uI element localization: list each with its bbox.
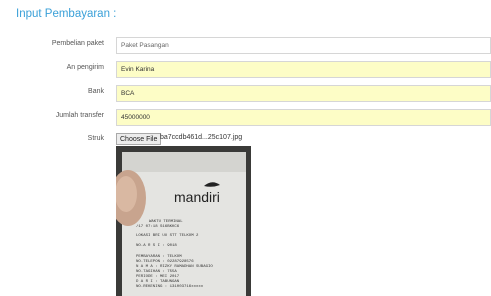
receipt-line-9: PERIODE : MEI 2017 xyxy=(136,275,180,279)
receipt-brand: mandiri xyxy=(174,189,220,205)
receipt-line-10: D A R I : TABUNGAN xyxy=(136,280,180,284)
receipt-line-4: NO.A R S I : 9018 xyxy=(136,244,177,248)
input-bank[interactable]: BCA xyxy=(116,85,491,102)
file-name-text: ba7ccdb461d...25c107.jpg xyxy=(160,134,243,141)
select-pembelian-paket[interactable]: Paket Pasangan xyxy=(116,37,491,54)
row-an-pengirim: An pengirim Evin Karina xyxy=(0,61,491,79)
receipt-line-7: N A M A : RIZKY RAMADHAN SUBAGIO xyxy=(136,265,213,269)
row-bank: Bank BCA xyxy=(0,85,491,103)
label-pembelian-paket: Pembelian paket xyxy=(51,40,104,47)
label-struk: Struk xyxy=(87,135,104,142)
receipt-line-3: LOKASI BRI UU STT TELKOM 2 xyxy=(136,234,199,238)
receipt-line-11: NO.REKENING : 131003716xxxxx xyxy=(136,285,204,289)
input-an-pengirim[interactable]: Evin Karina xyxy=(116,61,491,78)
receipt-line-6: NO.TELEPON : 02287928576 xyxy=(136,260,194,264)
receipt-line-2: /17 07:18 S16BKKC6 xyxy=(136,224,180,229)
receipt-line-8: NO.TAGIHAN : 755A xyxy=(136,270,177,274)
row-pembelian-paket: Pembelian paket Paket Pasangan xyxy=(0,37,491,55)
label-jumlah-transfer: Jumlah transfer xyxy=(55,112,104,119)
label-an-pengirim: An pengirim xyxy=(66,64,104,71)
form-heading: Input Pembayaran : xyxy=(16,8,117,20)
receipt-photo-svg: mandiri WAKTU TERMINAL /17 07:18 S16BKKC… xyxy=(116,146,251,296)
input-jumlah-transfer[interactable]: 45000000 xyxy=(116,109,491,126)
receipt-line-1: WAKTU TERMINAL xyxy=(149,220,183,224)
label-bank: Bank xyxy=(88,88,104,95)
receipt-photo: mandiri WAKTU TERMINAL /17 07:18 S16BKKC… xyxy=(116,146,251,296)
choose-file-button[interactable]: Choose File xyxy=(116,133,162,145)
receipt-line-5: PEMBAYARAN : TELKOM xyxy=(136,255,182,259)
row-jumlah-transfer: Jumlah transfer 45000000 xyxy=(0,109,491,127)
